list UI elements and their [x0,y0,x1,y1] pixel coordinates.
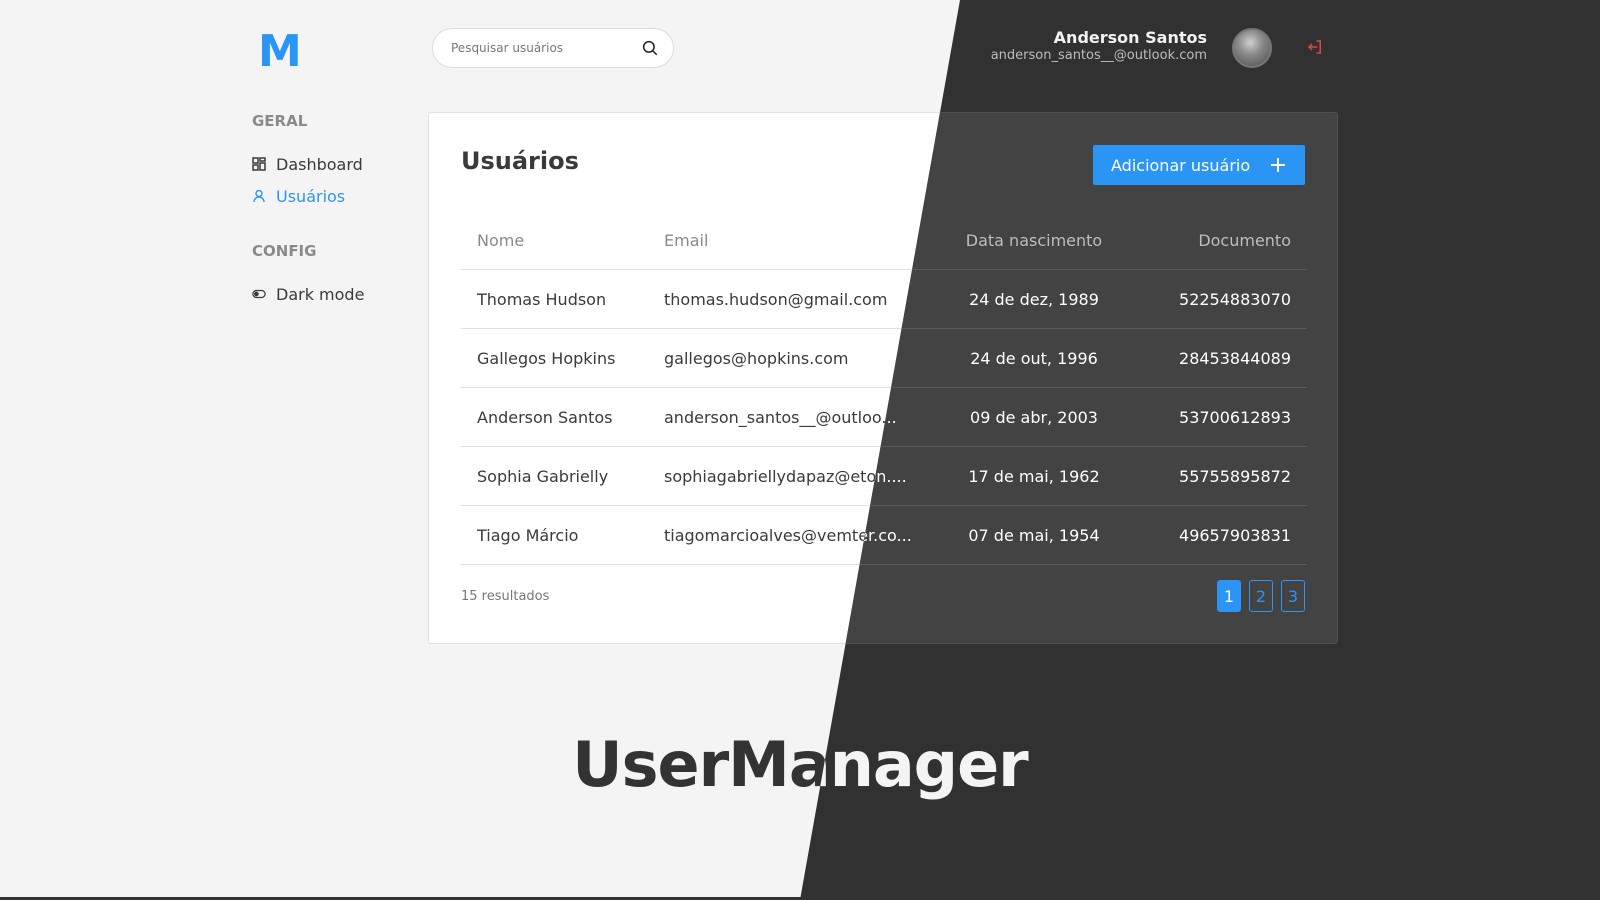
column-header-email[interactable]: Email [648,211,928,270]
app-logo[interactable]: M [258,26,302,77]
user-info: Anderson Santos anderson_santos__@outloo… [991,28,1207,64]
cell-date: 09 de abr, 2003 [970,407,1098,427]
user-name: Anderson Santos [1053,28,1207,47]
add-user-button[interactable]: Adicionar usuário [1093,145,1305,185]
user-icon [253,189,265,203]
cell-date: 24 de out, 1996 [970,348,1098,368]
cell-name: Tiago Márcio [477,525,579,545]
cell-document: 28453844089 [1179,348,1291,368]
cell-name: Gallegos Hopkins [477,348,616,368]
sidebar-item-label: Dark mode [276,284,365,304]
page-button-3[interactable]: 3 [1281,580,1305,612]
page-button-1[interactable]: 1 [1217,580,1241,612]
cell-email: thomas.hudson@gmail.com [664,289,888,309]
cell-date: 24 de dez, 1989 [969,289,1099,309]
sidebar-item-label: Usuários [276,186,346,206]
results-count: 15 resultados [461,589,550,604]
sidebar-item-usuarios[interactable]: Usuários [252,180,402,212]
column-header-documento[interactable]: Documento [1140,211,1307,270]
cell-name: Anderson Santos [477,407,613,427]
user-email: anderson_santos__@outlook.com [990,48,1207,63]
logout-icon[interactable] [1306,38,1324,56]
sidebar-item-label: Dashboard [276,154,363,174]
sidebar-item-dashboard[interactable]: Dashboard [252,148,402,180]
sidebar-heading-config: CONFIG [252,242,317,260]
app-showcase: M Anderson Santos anderson_santos__@outl… [0,0,1600,900]
toggle-icon [252,289,266,299]
avatar[interactable] [1232,28,1272,68]
cell-date: 17 de mai, 1962 [968,466,1100,486]
cell-document: 49657903831 [1179,525,1291,545]
cell-name: Thomas Hudson [477,289,607,309]
cell-email: gallegos@hopkins.com [664,348,849,368]
page-title: Usuários [461,147,579,175]
add-user-label: Adicionar usuário [1111,155,1251,175]
cell-document: 55755895872 [1179,466,1291,486]
page-button-2[interactable]: 2 [1249,580,1273,612]
sidebar-item-dark-mode[interactable]: Dark mode [252,278,402,310]
grid-icon [252,157,266,171]
cell-document: 52254883070 [1179,289,1291,309]
column-header-nome[interactable]: Nome [461,211,648,270]
cell-date: 07 de mai, 1954 [968,525,1100,545]
column-header-data[interactable]: Data nascimento [928,211,1140,270]
cell-name: Sophia Gabrielly [477,466,609,486]
search-icon[interactable] [641,39,659,57]
sidebar-heading-geral: GERAL [252,112,308,130]
pagination: 1 2 3 [1217,580,1305,612]
sidebar: GERAL Dashboard Usuários CONFIG Dark mod… [252,112,402,310]
plus-icon [1271,158,1285,172]
search-input[interactable] [449,40,641,56]
search-box[interactable] [432,28,674,68]
cell-document: 53700612893 [1179,407,1291,427]
